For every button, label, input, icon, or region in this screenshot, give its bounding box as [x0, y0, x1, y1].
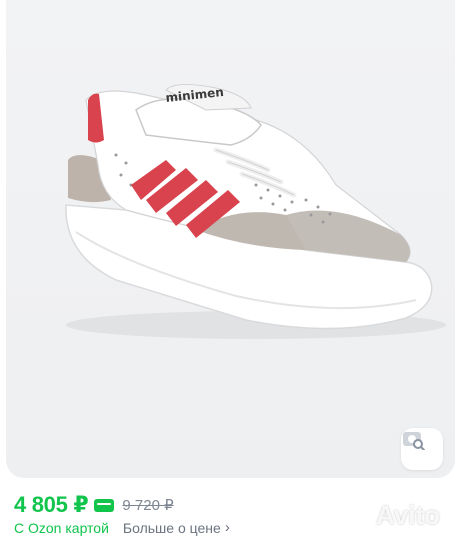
current-price: 4 805 ₽: [14, 492, 89, 517]
more-about-price-link[interactable]: Больше о цене ›: [123, 519, 230, 536]
avito-logo-icon: [340, 504, 369, 528]
old-price: 9 720 ₽: [122, 497, 174, 514]
watermark-text: Avito: [376, 500, 441, 530]
more-about-price-label: Больше о цене: [122, 519, 221, 536]
avito-watermark: Avito: [340, 500, 440, 531]
ozon-card-icon: [94, 498, 115, 512]
ozon-card-label: С Ozon картой: [14, 519, 109, 536]
price-details-row: С Ozon картой Больше о цене ›: [14, 519, 230, 536]
camera-search-icon: [403, 432, 425, 450]
sneaker-image: minimen: [65, 84, 446, 339]
price-row: 4 805 ₽ 9 720 ₽: [14, 492, 174, 518]
chevron-right-icon: ›: [224, 519, 230, 536]
product-photo[interactable]: minimen: [6, 0, 455, 478]
search-by-photo-button[interactable]: [401, 428, 443, 470]
